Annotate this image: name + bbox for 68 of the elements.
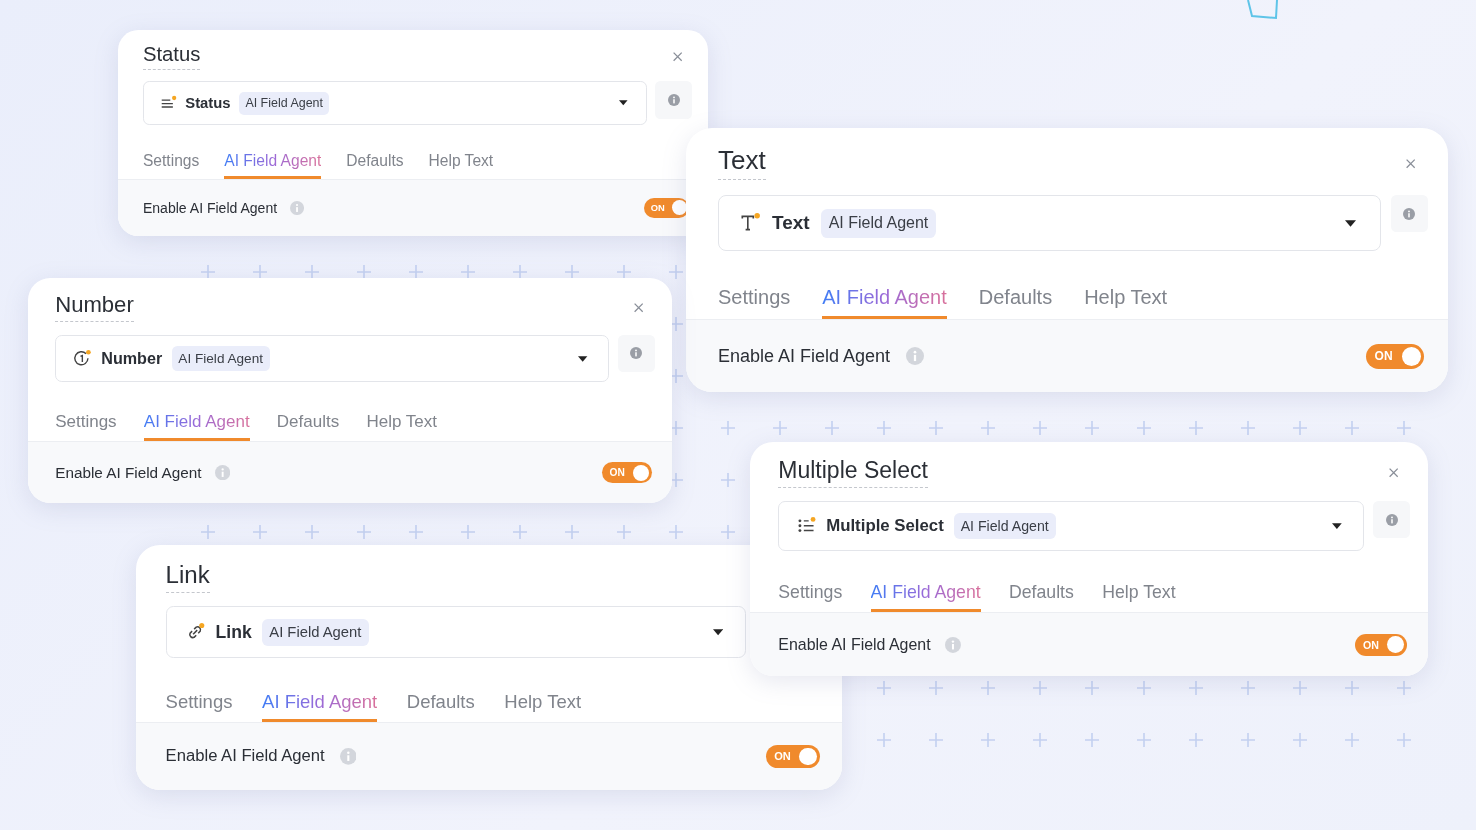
card-title: Link [165,560,210,593]
caret-icon [578,355,588,362]
field-type-label: Link [215,621,252,643]
agent-badge: AI Field Agent [953,512,1056,539]
tab[interactable]: Settings [778,581,843,612]
field-type-label: Text [772,212,810,235]
tab[interactable]: Help Text [1084,286,1168,320]
info-icon [1385,513,1398,526]
tab[interactable]: Help Text [366,412,437,442]
info-icon [906,347,925,366]
agent-badge: AI Field Agent [820,208,937,238]
option-label: Enable AI Field Agent [778,635,931,654]
field-type-label: Multiple Select [826,515,944,536]
option-label: Enable AI Field Agent [718,345,891,367]
close-icon[interactable] [1388,466,1400,479]
info-icon [630,347,643,360]
toggle-switch[interactable]: ON [1355,633,1407,656]
tab[interactable]: Defaults [346,152,404,179]
field-type-select[interactable]: Text AI Field Agent [718,195,1381,252]
number-icon [73,349,92,368]
card-title: Multiple Select [778,457,928,488]
info-button[interactable] [617,334,655,373]
info-button[interactable] [1390,195,1428,233]
card-title: Status [142,43,201,70]
tab[interactable]: Defaults [276,412,340,442]
option-label: Enable AI Field Agent [142,199,278,216]
info-icon [339,748,357,765]
info-icon [289,200,304,215]
agent-badge: AI Field Agent [261,619,369,646]
tab[interactable]: Help Text [428,152,494,179]
toggle-switch[interactable]: ON [1366,343,1424,369]
toggle-switch[interactable]: ON [766,744,820,768]
info-icon [1403,207,1416,220]
tab[interactable]: Defaults [1009,581,1074,612]
info-icon [667,94,680,106]
tab[interactable]: Settings [165,690,233,723]
option-label: Enable AI Field Agent [55,463,202,482]
option-label: Enable AI Field Agent [165,746,325,767]
info-button[interactable] [655,81,693,119]
info-icon [215,465,231,481]
tab[interactable]: Help Text [1102,581,1176,612]
agent-badge: AI Field Agent [171,346,270,371]
info-icon [944,636,961,653]
card-title: Number [55,292,134,323]
tab[interactable]: Settings [142,152,200,179]
caret-icon [1344,219,1356,227]
close-icon[interactable] [633,301,645,313]
tab[interactable]: Help Text [504,690,582,723]
square-outline-icon [1244,0,1280,20]
caret-icon [1332,522,1342,529]
field-type-select[interactable]: Number AI Field Agent [55,334,610,383]
field-type-label: Status [185,95,231,112]
tab[interactable]: Defaults [406,690,475,723]
tab[interactable]: Settings [718,286,791,320]
field-type-label: Number [101,349,163,369]
field-type-select[interactable]: Multiple Select AI Field Agent [778,501,1365,551]
toggle-switch[interactable]: ON [602,462,652,484]
caret-icon [712,629,723,636]
caret-icon [619,100,628,106]
card-title: Text [718,145,766,181]
field-type-select[interactable]: Status AI Field Agent [142,81,648,126]
tab[interactable]: Settings [55,412,117,442]
info-button[interactable] [1373,501,1411,539]
close-icon[interactable] [671,50,684,63]
field-type-select[interactable]: Link AI Field Agent [165,606,746,659]
close-icon[interactable] [1404,156,1416,169]
tab[interactable]: Defaults [978,286,1053,320]
agent-badge: AI Field Agent [239,91,330,115]
